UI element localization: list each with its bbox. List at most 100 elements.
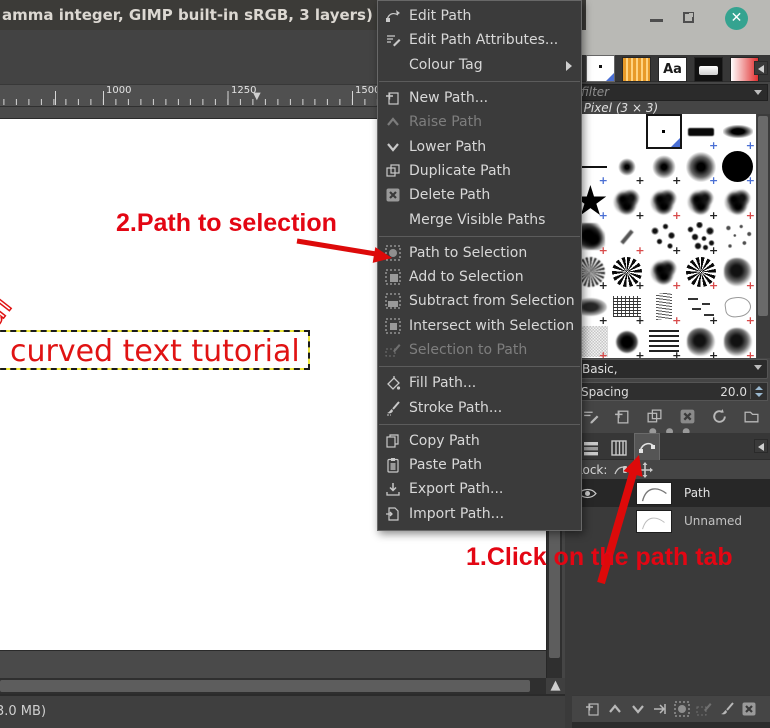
new-brush-button[interactable] <box>612 406 632 426</box>
brush-thumbnail-dashes[interactable]: + <box>682 289 719 324</box>
brush-thumbnail-splat[interactable]: + <box>682 184 719 219</box>
brush-thumbnail-stroke-diag[interactable]: + <box>609 219 646 254</box>
close-button[interactable]: ✕ <box>725 7 748 30</box>
path-row[interactable]: Path <box>572 479 770 507</box>
path-name[interactable]: Unnamed <box>684 514 742 528</box>
brush-thumbnail-blob-dark[interactable]: + <box>609 324 646 358</box>
edit-brush-button[interactable] <box>580 406 600 426</box>
delete-path-button[interactable] <box>740 700 758 718</box>
spacing-slider[interactable]: Spacing 20.0 <box>574 382 768 401</box>
subtract-from-selection-icon <box>384 293 401 310</box>
collapse-left-icon[interactable] <box>754 61 768 75</box>
menu-item-paste-path[interactable]: Paste Path <box>378 453 581 477</box>
brush-thumbnail-grunge[interactable]: + <box>719 324 756 358</box>
tab-paths[interactable] <box>634 433 660 460</box>
brush-thumbnail-grunge[interactable]: + <box>682 324 719 358</box>
open-brush-as-image-button[interactable] <box>742 406 762 426</box>
menu-item-intersect-with-selection[interactable]: Intersect with Selection <box>378 314 581 338</box>
brush-thumbnail-bar[interactable]: + <box>682 114 719 149</box>
menu-item-fill-path[interactable]: Fill Path... <box>378 371 581 395</box>
tab-brushes[interactable] <box>586 55 615 82</box>
tab-patterns[interactable] <box>622 57 651 82</box>
brush-thumbnail-splat[interactable]: + <box>719 184 756 219</box>
menu-item-merge-visible-paths[interactable]: Merge Visible Paths <box>378 207 581 231</box>
brush-thumbnail-splat[interactable]: + <box>609 184 646 219</box>
horizontal-scrollbar[interactable] <box>0 678 546 694</box>
brush-grid-scrollbar-handle[interactable] <box>758 116 768 316</box>
brush-thumbnail-fuzzy-med[interactable]: + <box>646 149 683 184</box>
brush-thumbnail-fuzzy-small[interactable]: + <box>609 149 646 184</box>
canvas-navigation-button[interactable]: ▲ <box>546 678 565 694</box>
brush-thumbnail-soft-ellipse[interactable]: + <box>719 114 756 149</box>
menu-item-add-to-selection[interactable]: Add to Selection <box>378 265 581 289</box>
menu-item-edit-path-attributes[interactable]: Edit Path Attributes... <box>378 28 581 52</box>
brush-thumbnail-dots-sparse[interactable] <box>719 219 756 254</box>
brush-thumbnail-circle-solid[interactable]: + <box>719 149 756 184</box>
brush-thumbnail-cells[interactable]: + <box>682 254 719 289</box>
menu-item-selection-to-path[interactable]: Selection to Path <box>378 338 581 362</box>
import-path-icon <box>384 505 401 522</box>
menu-item-copy-path[interactable]: Copy Path <box>378 429 581 453</box>
brush-thumbnail-cells[interactable]: + <box>609 254 646 289</box>
restore-button[interactable] <box>683 12 694 23</box>
menu-item-path-to-selection[interactable]: Path to Selection <box>378 241 581 265</box>
paths-context-menu: Edit Path Edit Path Attributes... Colour… <box>377 0 582 531</box>
brush-thumbnail-blank[interactable] <box>609 114 646 149</box>
minimize-button[interactable] <box>650 19 663 22</box>
path-thumbnail[interactable] <box>636 510 672 533</box>
menu-item-import-path[interactable]: Import Path... <box>378 502 581 526</box>
spacing-spinner[interactable] <box>750 384 766 399</box>
brush-grid[interactable]: +++++++++++++++++++++++++++++++ <box>572 114 756 358</box>
brush-thumbnail-pixel-selected[interactable] <box>646 114 683 149</box>
lock-path-strokes-icon[interactable] <box>614 462 630 478</box>
duplicate-brush-button[interactable] <box>645 406 665 426</box>
path-row[interactable]: Unnamed <box>572 507 770 535</box>
brush-grid-scrollbar[interactable] <box>757 114 770 358</box>
path-name[interactable]: Path <box>684 486 710 500</box>
delete-brush-button[interactable] <box>677 406 697 426</box>
paths-list: Path Unnamed <box>572 479 770 695</box>
menu-item-colour-tag[interactable]: Colour Tag <box>378 53 581 77</box>
menu-item-delete-path[interactable]: Delete Path <box>378 183 581 207</box>
menu-item-subtract-from-selection[interactable]: Subtract from Selection <box>378 289 581 313</box>
menu-item-export-path[interactable]: Export Path... <box>378 477 581 501</box>
brush-filter-input[interactable]: filter <box>574 84 768 101</box>
raise-path-button[interactable] <box>606 700 624 718</box>
tab-channels[interactable] <box>606 436 632 460</box>
intersect-with-selection-icon <box>384 317 401 334</box>
tab-gradients[interactable] <box>694 57 723 82</box>
menu-item-raise-path[interactable]: Raise Path <box>378 110 581 134</box>
brush-thumbnail-splat[interactable]: + <box>646 254 683 289</box>
brush-thumbnail-animal[interactable]: + <box>719 289 756 324</box>
brush-tag-select[interactable]: Basic, <box>574 359 768 379</box>
path-to-selection-button[interactable] <box>673 700 691 718</box>
collapse-left-icon[interactable] <box>754 439 768 453</box>
refresh-brushes-button[interactable] <box>710 406 730 426</box>
selection-to-path-button[interactable] <box>695 700 713 718</box>
ruler-label: 1250 <box>231 85 256 96</box>
brush-thumbnail-dots-many[interactable]: + <box>682 219 719 254</box>
brush-thumbnail-dots-few[interactable]: + <box>646 219 683 254</box>
menu-item-new-path[interactable]: New Path... <box>378 86 581 110</box>
brush-thumbnail-grunge[interactable]: + <box>719 254 756 289</box>
menu-item-edit-path[interactable]: Edit Path <box>378 4 581 28</box>
brush-thumbnail-splat[interactable]: + <box>646 184 683 219</box>
brush-thumbnail-fuzzy-large[interactable]: + <box>682 149 719 184</box>
stroke-path-button[interactable] <box>718 700 736 718</box>
layers-channels-paths-tab-bar <box>572 433 770 460</box>
new-path-button[interactable] <box>584 700 602 718</box>
spacing-label: Spacing <box>581 384 629 400</box>
duplicate-path-button[interactable] <box>651 700 669 718</box>
horizontal-scrollbar-handle[interactable] <box>0 680 530 692</box>
brush-thumbnail-lines-h[interactable]: + <box>646 324 683 358</box>
menu-item-duplicate-path[interactable]: Duplicate Path <box>378 159 581 183</box>
submenu-arrow-icon <box>566 61 572 71</box>
path-thumbnail[interactable] <box>636 482 672 505</box>
brush-thumbnail-hatch[interactable]: + <box>609 289 646 324</box>
lower-path-button[interactable] <box>629 700 647 718</box>
brush-thumbnail-scratches[interactable]: + <box>646 289 683 324</box>
lock-position-icon[interactable] <box>637 462 653 478</box>
menu-item-stroke-path[interactable]: Stroke Path... <box>378 395 581 419</box>
menu-item-lower-path[interactable]: Lower Path <box>378 134 581 158</box>
tab-fonts[interactable]: Aa <box>658 57 687 82</box>
